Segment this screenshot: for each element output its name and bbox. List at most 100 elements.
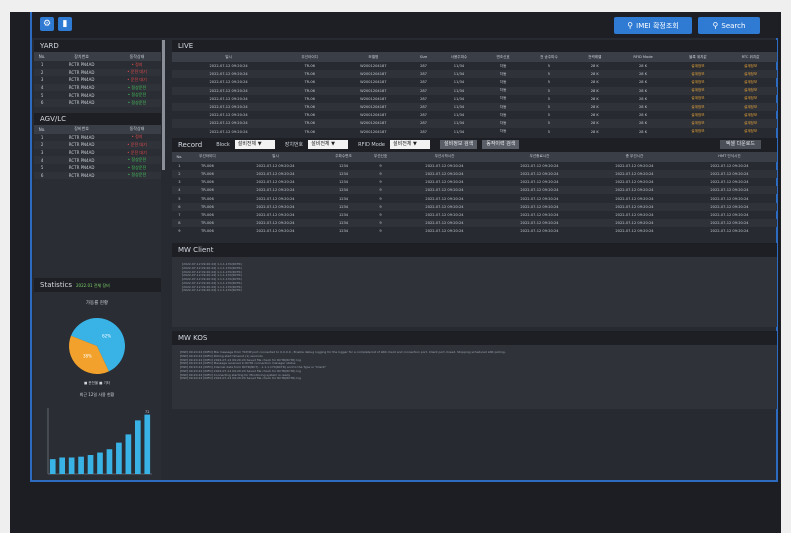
table-cell: 11/34 (434, 86, 484, 95)
bar (134, 420, 141, 474)
table-row[interactable]: 3 TR-006 2022-07-12 09:20:24 1234 9 2022-07-1… (172, 178, 777, 186)
table-cell: RCTR PN4AD (68, 150, 95, 156)
search-button[interactable]: ⚲ Search (698, 17, 760, 34)
table-row: 5 RCTR PN4AD • 정상운전 (34, 164, 161, 172)
table-cell: 3 (178, 180, 181, 185)
column-header: 동작상태 (112, 124, 161, 134)
table-cell: RCTR PN4AD (50, 141, 113, 149)
table-cell: 28 K (590, 80, 599, 85)
table-row[interactable]: 6 TR-006 2022-07-12 09:20:24 1234 9 2022-07-1… (172, 202, 777, 211)
table-cell: 설계정보 (671, 86, 725, 95)
history-search-button[interactable]: 동작이력 검색 (482, 140, 520, 150)
table-cell: 설계정보 (724, 119, 777, 128)
table-cell: 설계정보 (691, 112, 705, 117)
table-row[interactable]: 2022-07-12 09:20:24 TR-06 W2001204187 287 11… (172, 78, 777, 86)
table-cell: 설계정보 (743, 129, 758, 134)
table-cell: TR-006 (186, 186, 228, 195)
table-cell: TR-006 (201, 163, 214, 168)
table-cell: 11/34 (434, 102, 484, 112)
table-row[interactable]: 2022-07-12 09:20:24 TR-06 W2001204187 287 11… (172, 111, 777, 119)
table-row[interactable]: 2022-07-12 09:20:24 TR-06 W2001204187 287 11… (172, 102, 777, 112)
bar (78, 456, 84, 474)
table-cell: 2022-07-12 09:20:24 (209, 129, 248, 134)
settings-icon[interactable]: ⚙ (40, 17, 54, 31)
statistics-subtitle: 2022.01 전체 장비 (76, 283, 110, 288)
table-cell: 9 (379, 196, 382, 201)
table-cell: 자동 (483, 70, 523, 79)
table-cell: 5 (40, 165, 44, 171)
table-row[interactable]: 2022-07-12 09:20:24 TR-06 W2001204187 287 11… (172, 95, 777, 103)
table-row[interactable]: 2022-07-12 09:20:24 TR-06 W2001204187 287 11… (172, 62, 777, 70)
table-cell: 3 (40, 150, 44, 156)
table-cell: TR-006 (186, 219, 228, 228)
agv-title: AGV/LC (34, 112, 161, 125)
table-cell: RCTR PN4AD (50, 171, 113, 180)
table-row[interactable]: 2022-07-12 09:20:24 TR-06 W2001204187 287 11… (172, 128, 777, 136)
column-header: Size (412, 52, 435, 62)
table-cell: 2022-07-12 09:20:24 (172, 102, 286, 112)
imei-search-button[interactable]: ⚲ IMEI 확정조회 (614, 17, 692, 34)
column-header: 무선종료시간 (491, 151, 587, 162)
table-cell: 설계정보 (671, 119, 725, 128)
table-row[interactable]: 2 TR-006 2022-07-12 09:20:24 1234 9 2022-07-1… (172, 169, 777, 179)
dashboard: ⚙ ▮ ⚲ IMEI 확정조회 ⚲ Search YARD No. 장치번호 동작상… (30, 12, 778, 482)
table-row[interactable]: 2022-07-12 09:20:24 TR-06 W2001204187 287 11… (172, 119, 777, 128)
table-row[interactable]: 4 TR-006 2022-07-12 09:20:24 1234 9 2022-07-1… (172, 186, 777, 195)
table-cell: 설계정보 (743, 96, 758, 101)
bar (144, 414, 151, 474)
table-row: 4 RCTR PN4AD • 정상운전 (34, 83, 161, 92)
table-cell: 2022-07-12 09:20:24 (710, 229, 749, 234)
table-cell: 287 (420, 96, 427, 101)
live-title: LIVE (172, 40, 777, 52)
table-cell: 28 K (590, 96, 599, 101)
table-cell: 2022-07-12 09:20:24 (172, 70, 286, 79)
table-row[interactable]: 7 TR-006 2022-07-12 09:20:24 1234 9 2022-07-1… (172, 211, 777, 219)
column-header: 변조신호 (483, 52, 523, 62)
table-cell: 설계정보 (671, 70, 725, 79)
table-cell: 자동 (483, 102, 523, 112)
table-cell: 5 (522, 102, 576, 112)
table-cell: 5 (522, 86, 576, 95)
table-row[interactable]: 5 TR-006 2022-07-12 09:20:24 1234 9 2022-07-1… (172, 194, 777, 202)
table-row[interactable]: 9 TR-006 2022-07-12 09:20:24 1234 9 2022-07-1… (172, 227, 777, 235)
table-cell: 28 K (575, 70, 615, 79)
chart-icon[interactable]: ▮ (58, 17, 72, 31)
column-header: No. (34, 124, 51, 134)
bar (106, 449, 113, 474)
table-row[interactable]: 2022-07-12 09:20:24 TR-06 W2001204187 287 11… (172, 86, 777, 95)
left-scrollbar[interactable] (162, 40, 165, 170)
table-cell: 2022-07-12 09:20:24 (520, 212, 559, 217)
device-filter-select[interactable]: 설비전체 ▼ (308, 140, 349, 150)
table-cell: 설계정보 (671, 102, 725, 112)
column-header: 블록 위치값 (671, 52, 725, 62)
excel-download-button[interactable]: 엑셀 다운로드 (719, 140, 761, 150)
table-cell: TR-006 (201, 229, 214, 234)
table-cell: 28 K (638, 113, 648, 118)
table-row[interactable]: 8 TR-006 2022-07-12 09:20:24 1234 9 2022-07-1… (172, 219, 777, 228)
table-cell: 287 (420, 113, 427, 118)
rfid-filter-select[interactable]: 설비전체 ▼ (390, 140, 431, 150)
table-cell: RCTR PN4AD (50, 156, 113, 164)
column-header: No. (34, 52, 51, 61)
table-cell: 9 (364, 219, 397, 228)
table-cell: TR-006 (186, 169, 228, 179)
table-cell: 1 (40, 62, 44, 68)
table-cell: RCTR PN4AD (68, 77, 95, 83)
table-cell: 9 (379, 180, 382, 185)
equipment-search-button[interactable]: 설비정보 검색 (440, 140, 478, 150)
block-filter-select[interactable]: 설비전체 ▼ (234, 140, 275, 150)
table-cell: 5 (522, 119, 576, 128)
statistics-charts: 가동률 현황 62% 38% ■ 운전율 ■ 기타최근 12일 사용 현황 72 (47, 299, 152, 475)
table-row[interactable]: 1 TR-006 2022-07-12 09:20:24 1234 9 2022-07-1… (172, 162, 777, 170)
table-cell: 설계정보 (691, 96, 705, 101)
bar (125, 434, 132, 474)
rfid-filter-label: RFID Mode (358, 141, 386, 148)
status-cell: • 운전 대기 (112, 141, 161, 149)
column-header: 무선시작시간 (397, 151, 492, 162)
table-row[interactable]: 2022-07-12 09:20:24 TR-06 W2001204187 287 11… (172, 70, 777, 79)
table-cell: 3 (40, 77, 44, 83)
table-cell: 1 (40, 134, 44, 140)
table-cell: RCTR PN4AD (68, 92, 95, 98)
table-row: 3 RCTR PN4AD • 운전 대기 (34, 149, 161, 157)
statistics-panel: Statistics 2022.01 전체 장비 가동률 현황 62% 38% ■ 운전… (34, 278, 161, 480)
